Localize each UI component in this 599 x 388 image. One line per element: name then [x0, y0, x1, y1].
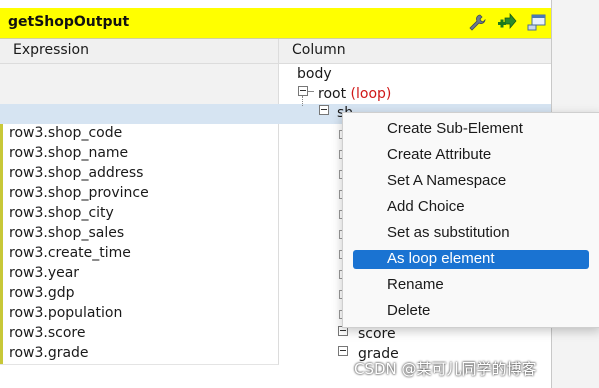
expression-cell[interactable]: row3.shop_sales — [9, 225, 124, 241]
expression-cell[interactable]: row3.shop_code — [9, 125, 122, 141]
row-marker — [0, 204, 3, 224]
tree-connector — [308, 91, 314, 92]
row-marker — [0, 264, 3, 284]
column-header-label: Column — [292, 42, 346, 58]
menu-item-label: Add Choice — [387, 198, 465, 215]
menu-item-as-loop-element[interactable]: As loop element — [353, 250, 589, 269]
tree-node-body[interactable]: body — [297, 66, 332, 82]
menu-item-label: Set A Namespace — [387, 172, 507, 189]
menu-item-label: Create Sub-Element — [387, 120, 523, 137]
expression-header-label: Expression — [13, 42, 89, 58]
expression-cell[interactable]: row3.score — [9, 325, 85, 341]
table-row[interactable]: row3.shop_code — [0, 124, 279, 145]
column-header-column[interactable]: Column — [279, 39, 551, 64]
row-marker — [0, 244, 3, 264]
row-marker — [0, 304, 3, 324]
tree-connector — [302, 96, 303, 106]
menu-item-delete[interactable]: Delete — [353, 302, 589, 321]
menu-item-add-choice[interactable]: Add Choice — [353, 198, 589, 217]
row-marker — [0, 344, 3, 364]
menu-item-set-as-substitution[interactable]: Set as substitution — [353, 224, 589, 243]
table-row[interactable]: row3.shop_sales — [0, 224, 279, 245]
tree-node-score[interactable]: score — [358, 326, 396, 342]
expression-cell[interactable]: row3.population — [9, 305, 122, 321]
window-icon[interactable] — [526, 12, 548, 34]
column-header-expression[interactable]: Expression — [0, 39, 279, 64]
row-marker — [0, 144, 3, 164]
menu-item-label: Set as substitution — [387, 224, 510, 241]
menu-item-label: As loop element — [387, 250, 495, 267]
panel-title: getShopOutput — [8, 14, 130, 30]
row-marker — [0, 164, 3, 184]
menu-item-label: Delete — [387, 302, 431, 319]
expression-cell[interactable]: row3.shop_address — [9, 165, 143, 181]
table-row[interactable]: row3.year — [0, 264, 279, 285]
wrench-icon[interactable] — [466, 12, 488, 34]
row-marker — [0, 184, 3, 204]
root-loop-tag: (loop) — [350, 86, 392, 102]
table-row[interactable]: row3.shop_city — [0, 204, 279, 225]
menu-item-create-attribute[interactable]: Create Attribute — [353, 146, 589, 165]
menu-item-set-namespace[interactable]: Set A Namespace — [353, 172, 589, 191]
context-menu: Create Sub-Element Create Attribute Set … — [342, 112, 599, 328]
menu-item-label: Create Attribute — [387, 146, 492, 163]
table-row[interactable]: row3.shop_address — [0, 164, 279, 185]
expression-cell[interactable]: row3.year — [9, 265, 79, 281]
watermark: CSDN @某可儿同学的博客 — [354, 360, 537, 378]
collapse-child-icon[interactable] — [319, 105, 329, 115]
row-marker — [0, 224, 3, 244]
menu-item-label: Rename — [387, 276, 444, 293]
add-arrow-icon[interactable] — [496, 12, 518, 34]
expression-cell[interactable]: row3.create_time — [9, 245, 131, 261]
table-row[interactable]: row3.shop_province — [0, 184, 279, 205]
collapse-grade-icon[interactable] — [338, 346, 348, 356]
table-row[interactable]: row3.gdp — [0, 284, 279, 305]
table-row[interactable]: row3.population — [0, 304, 279, 325]
collapse-root-icon[interactable] — [298, 86, 308, 96]
table-row[interactable]: row3.score — [0, 324, 279, 345]
expression-cell[interactable]: row3.shop_name — [9, 145, 128, 161]
expression-cell[interactable]: row3.gdp — [9, 285, 74, 301]
row-marker — [0, 124, 3, 144]
table-row[interactable]: row3.create_time — [0, 244, 279, 265]
row-marker — [0, 324, 3, 344]
row-marker — [0, 284, 3, 304]
root-label: root — [318, 86, 347, 102]
expression-cell[interactable]: row3.shop_province — [9, 185, 149, 201]
menu-item-create-sub-element[interactable]: Create Sub-Element — [353, 120, 589, 139]
expression-blank-area — [0, 64, 279, 104]
menu-item-rename[interactable]: Rename — [353, 276, 589, 295]
expression-cell[interactable]: row3.grade — [9, 345, 89, 361]
expression-cell[interactable]: row3.shop_city — [9, 205, 114, 221]
table-row[interactable]: row3.shop_name — [0, 144, 279, 165]
tree-node-root[interactable]: root (loop) — [318, 86, 391, 102]
panel-title-bar: getShopOutput — [0, 8, 551, 39]
table-row[interactable]: row3.grade — [0, 344, 279, 365]
